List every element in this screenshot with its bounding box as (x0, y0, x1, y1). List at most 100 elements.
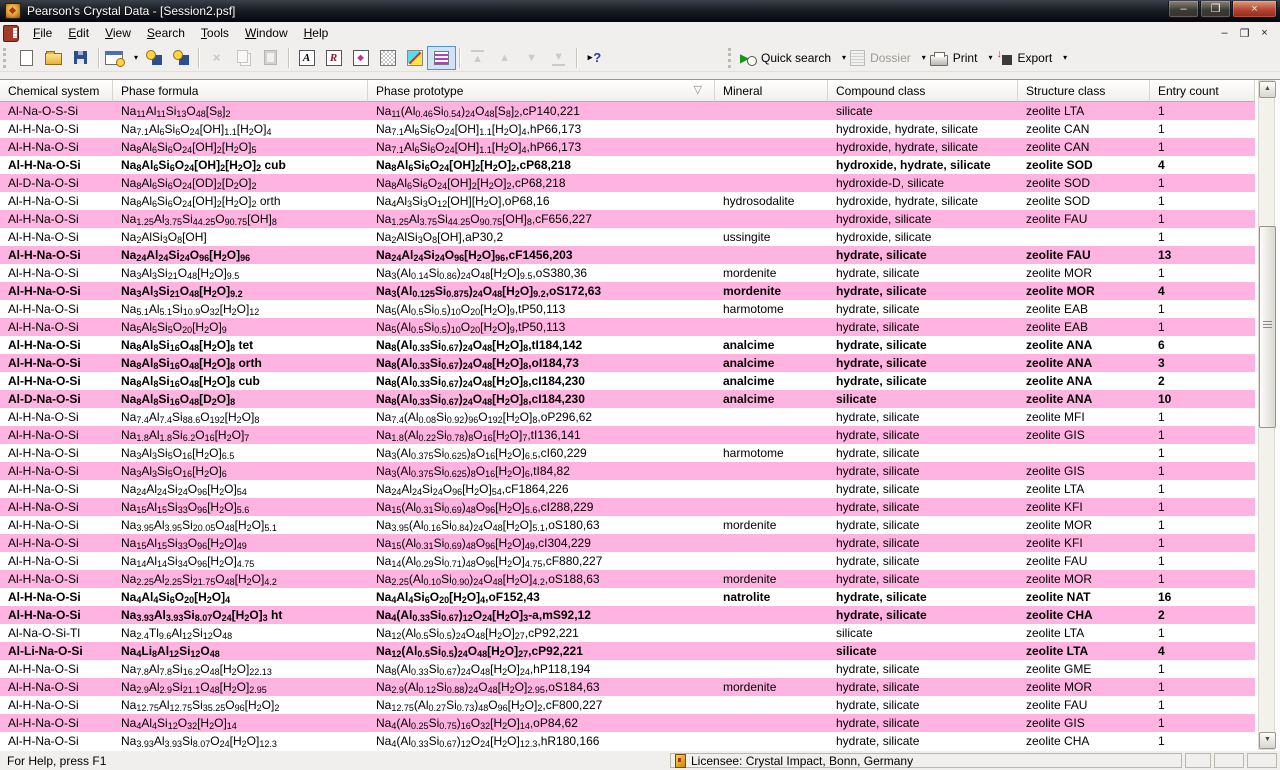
menu-item-help[interactable]: Help (296, 23, 337, 43)
table-row[interactable]: Al-H-Na-O-Si Na1.25Al3.75Si44.25O90.75[O… (0, 210, 1255, 228)
app-icon[interactable] (5, 3, 21, 19)
table-row[interactable]: Al-H-Na-O-Si Na5.1Al5.1Si10.9O32[H2O]12 … (0, 300, 1255, 318)
cell-mineral: analcime (715, 354, 828, 372)
restore-button[interactable]: ❐ (1200, 1, 1231, 18)
cell-entry-count: 1 (1150, 408, 1255, 426)
context-help-button[interactable]: ? (581, 47, 608, 69)
table-row[interactable]: Al-D-Na-O-Si Na8Al6Si6O24[OD]2[D2O]2 Na8… (0, 174, 1255, 192)
save-answer-set-button[interactable] (140, 47, 167, 69)
table-row[interactable]: Al-H-Na-O-Si Na3.95Al3.95Si20.05O48[H2O]… (0, 516, 1255, 534)
mdi-close-button[interactable]: × (1257, 26, 1272, 40)
close-button[interactable]: × (1232, 1, 1277, 18)
dropdown-caret-icon[interactable]: ▾ (1063, 53, 1067, 62)
datasheet-view-button[interactable] (428, 47, 455, 69)
mdi-minimize-button[interactable]: – (1217, 26, 1232, 40)
new-document-button[interactable] (13, 47, 40, 69)
powder-pattern-view-button[interactable] (374, 47, 401, 69)
menu-item-view[interactable]: View (97, 23, 139, 43)
table-row[interactable]: Al-H-Na-O-Si Na8Al8Si16O48[H2O]8 orth Na… (0, 354, 1255, 372)
dropdown-caret-icon[interactable]: ▾ (988, 53, 992, 62)
table-row[interactable]: Al-Na-O-Si-Tl Na2.4Tl9.6Al12Si12O48 Na12… (0, 624, 1255, 642)
table-row[interactable]: Al-H-Na-O-Si Na3.93Al3.93Si8.07O24[H2O]3… (0, 606, 1255, 624)
cell-compound-class: silicate (828, 642, 1018, 660)
status-pane-1 (1185, 753, 1211, 768)
menu-item-file[interactable]: File (25, 23, 60, 43)
table-row[interactable]: Al-H-Na-O-Si Na3.93Al3.93Si8.07O24[H2O]1… (0, 732, 1255, 750)
table-row[interactable]: Al-H-Na-O-Si Na24Al24Si24O96[H2O]96 Na24… (0, 246, 1255, 264)
table-row[interactable]: Al-H-Na-O-Si Na8Al6Si6O24[OH]2[H2O]2 cub… (0, 156, 1255, 174)
column-header-compound-class[interactable]: Compound class (828, 80, 1018, 102)
scroll-up-icon[interactable]: ▲ (1259, 81, 1276, 98)
quick-search-button[interactable]: Quick search▾ (738, 47, 848, 69)
table-row[interactable]: Al-H-Na-O-Si Na4Al4Si6O20[H2O]4 Na4Al4Si… (0, 588, 1255, 606)
table-row[interactable]: Al-H-Na-O-Si Na7.4Al7.4Si88.6O192[H2O]8 … (0, 408, 1255, 426)
dropdown-caret-icon[interactable]: ▾ (842, 53, 846, 62)
table-row[interactable]: Al-H-Na-O-Si Na24Al24Si24O96[H2O]54 Na24… (0, 480, 1255, 498)
open-file-button[interactable] (40, 47, 67, 69)
load-answer-set-button[interactable]: ▾ (103, 47, 140, 69)
minimize-button[interactable]: – (1168, 1, 1199, 18)
table-row[interactable]: Al-H-Na-O-Si Na2.25Al2.25Si21.75O48[H2O]… (0, 570, 1255, 588)
table-row[interactable]: Al-H-Na-O-Si Na4Al4Si12O32[H2O]14 Na4(Al… (0, 714, 1255, 732)
table-row[interactable]: Al-Li-Na-O-Si Na4Li8Al12Si12O48 Na12(Al0… (0, 642, 1255, 660)
table-row[interactable]: Al-H-Na-O-Si Na8Al8Si16O48[H2O]8 tet Na8… (0, 336, 1255, 354)
table-row[interactable]: Al-H-Na-O-Si Na7.1Al6Si6O24[OH]1.1[H2O]4… (0, 120, 1255, 138)
cell-phase-formula: Na7.8Al7.8Si16.2O48[H2O]22.13 (113, 660, 368, 678)
phase-diagram-view-button[interactable] (401, 47, 428, 69)
table-row[interactable]: Al-H-Na-O-Si Na15Al15Si33O96[H2O]5.6 Na1… (0, 498, 1255, 516)
table-row[interactable]: Al-H-Na-O-Si Na12.75Al12.75Si35.25O96[H2… (0, 696, 1255, 714)
document-icon[interactable] (3, 25, 19, 42)
cell-chemical-system: Al-H-Na-O-Si (0, 246, 113, 264)
table-row[interactable]: Al-H-Na-O-Si Na14Al14Si34O96[H2O]4.75 Na… (0, 552, 1255, 570)
table-row[interactable]: Al-Na-O-S-Si Na11Al11Si13O48[S8]2 Na11(A… (0, 102, 1255, 120)
export-button[interactable]: Export▾ (994, 47, 1069, 69)
save-button[interactable] (67, 47, 94, 69)
filter-icon[interactable]: ▽ (694, 83, 702, 96)
dropdown-caret-icon[interactable]: ▾ (922, 53, 926, 62)
column-header-chemical-system[interactable]: Chemical system (0, 80, 113, 102)
table-row[interactable]: Al-H-Na-O-Si Na3Al3Si5O16[H2O]6 Na3(Al0.… (0, 462, 1255, 480)
cell-structure-class: zeolite CAN (1018, 138, 1150, 156)
menu-item-tools[interactable]: Tools (193, 23, 237, 43)
toolbar-grip (3, 48, 9, 68)
table-row[interactable]: Al-H-Na-O-Si Na5Al5Si5O20[H2O]9 Na5(Al0.… (0, 318, 1255, 336)
menu-item-window[interactable]: Window (237, 23, 296, 43)
table-row[interactable]: Al-H-Na-O-Si Na2AlSi3O8[OH] Na2AlSi3O8[O… (0, 228, 1255, 246)
menu-item-edit[interactable]: Edit (60, 23, 97, 43)
table-row[interactable]: Al-H-Na-O-Si Na3Al3Si21O48[H2O]9.2 Na3(A… (0, 282, 1255, 300)
cell-phase-formula: Na7.4Al7.4Si88.6O192[H2O]8 (113, 408, 368, 426)
text-view-button[interactable]: A (293, 47, 320, 69)
dropdown-caret-icon[interactable]: ▾ (134, 53, 138, 62)
table-row[interactable]: Al-H-Na-O-Si Na8Al6Si6O24[OH]2[H2O]5 Na7… (0, 138, 1255, 156)
table-row[interactable]: Al-H-Na-O-Si Na2.9Al2.9Si21.1O48[H2O]2.9… (0, 678, 1255, 696)
cell-structure-class: zeolite SOD (1018, 192, 1150, 210)
scrollbar-thumb[interactable] (1259, 226, 1276, 428)
append-answer-set-button[interactable] (167, 47, 194, 69)
column-header-phase-prototype[interactable]: Phase prototype▽ (368, 80, 715, 102)
scroll-down-icon[interactable]: ▼ (1259, 732, 1276, 749)
cell-entry-count: 4 (1150, 156, 1255, 174)
menu-item-search[interactable]: Search (139, 23, 193, 43)
table-row[interactable]: Al-H-Na-O-Si Na8Al8Si16O48[H2O]8 cub Na8… (0, 372, 1255, 390)
licensee-pane: Licensee: Crystal Impact, Bonn, Germany (670, 753, 1182, 768)
cell-phase-formula: Na5.1Al5.1Si10.9O32[H2O]12 (113, 300, 368, 318)
cell-chemical-system: Al-H-Na-O-Si (0, 552, 113, 570)
column-header-phase-formula[interactable]: Phase formula (113, 80, 368, 102)
column-header-mineral[interactable]: Mineral (715, 80, 828, 102)
table-row[interactable]: Al-H-Na-O-Si Na3Al3Si21O48[H2O]9.5 Na3(A… (0, 264, 1255, 282)
table-row[interactable]: Al-H-Na-O-Si Na7.8Al7.8Si16.2O48[H2O]22.… (0, 660, 1255, 678)
mdi-restore-button[interactable]: ❐ (1237, 26, 1252, 40)
table-row[interactable]: Al-H-Na-O-Si Na8Al6Si6O24[OH]2[H2O]2 ort… (0, 192, 1255, 210)
column-header-structure-class[interactable]: Structure class (1018, 80, 1150, 102)
structure-view-button[interactable]: ◆ (347, 47, 374, 69)
references-view-button[interactable]: R (320, 47, 347, 69)
cell-phase-prototype: Na4(Al0.25Si0.75)16O32[H2O]14,oP84,62 (368, 714, 715, 732)
vertical-scrollbar[interactable]: ▲ ▼ (1258, 80, 1275, 750)
print-button[interactable]: Print▾ (928, 47, 995, 69)
column-header-entry-count[interactable]: Entry count (1150, 80, 1255, 102)
table-row[interactable]: Al-H-Na-O-Si Na15Al15Si33O96[H2O]49 Na15… (0, 534, 1255, 552)
table-row[interactable]: Al-H-Na-O-Si Na3Al3Si5O16[H2O]6.5 Na3(Al… (0, 444, 1255, 462)
cell-phase-prototype: Na12(Al0.5Si0.5)24O48[H2O]27,cP92,221 (368, 642, 715, 660)
table-row[interactable]: Al-D-Na-O-Si Na8Al8Si16O48[D2O]8 Na8(Al0… (0, 390, 1255, 408)
table-row[interactable]: Al-H-Na-O-Si Na1.8Al1.8Si6.2O16[H2O]7 Na… (0, 426, 1255, 444)
